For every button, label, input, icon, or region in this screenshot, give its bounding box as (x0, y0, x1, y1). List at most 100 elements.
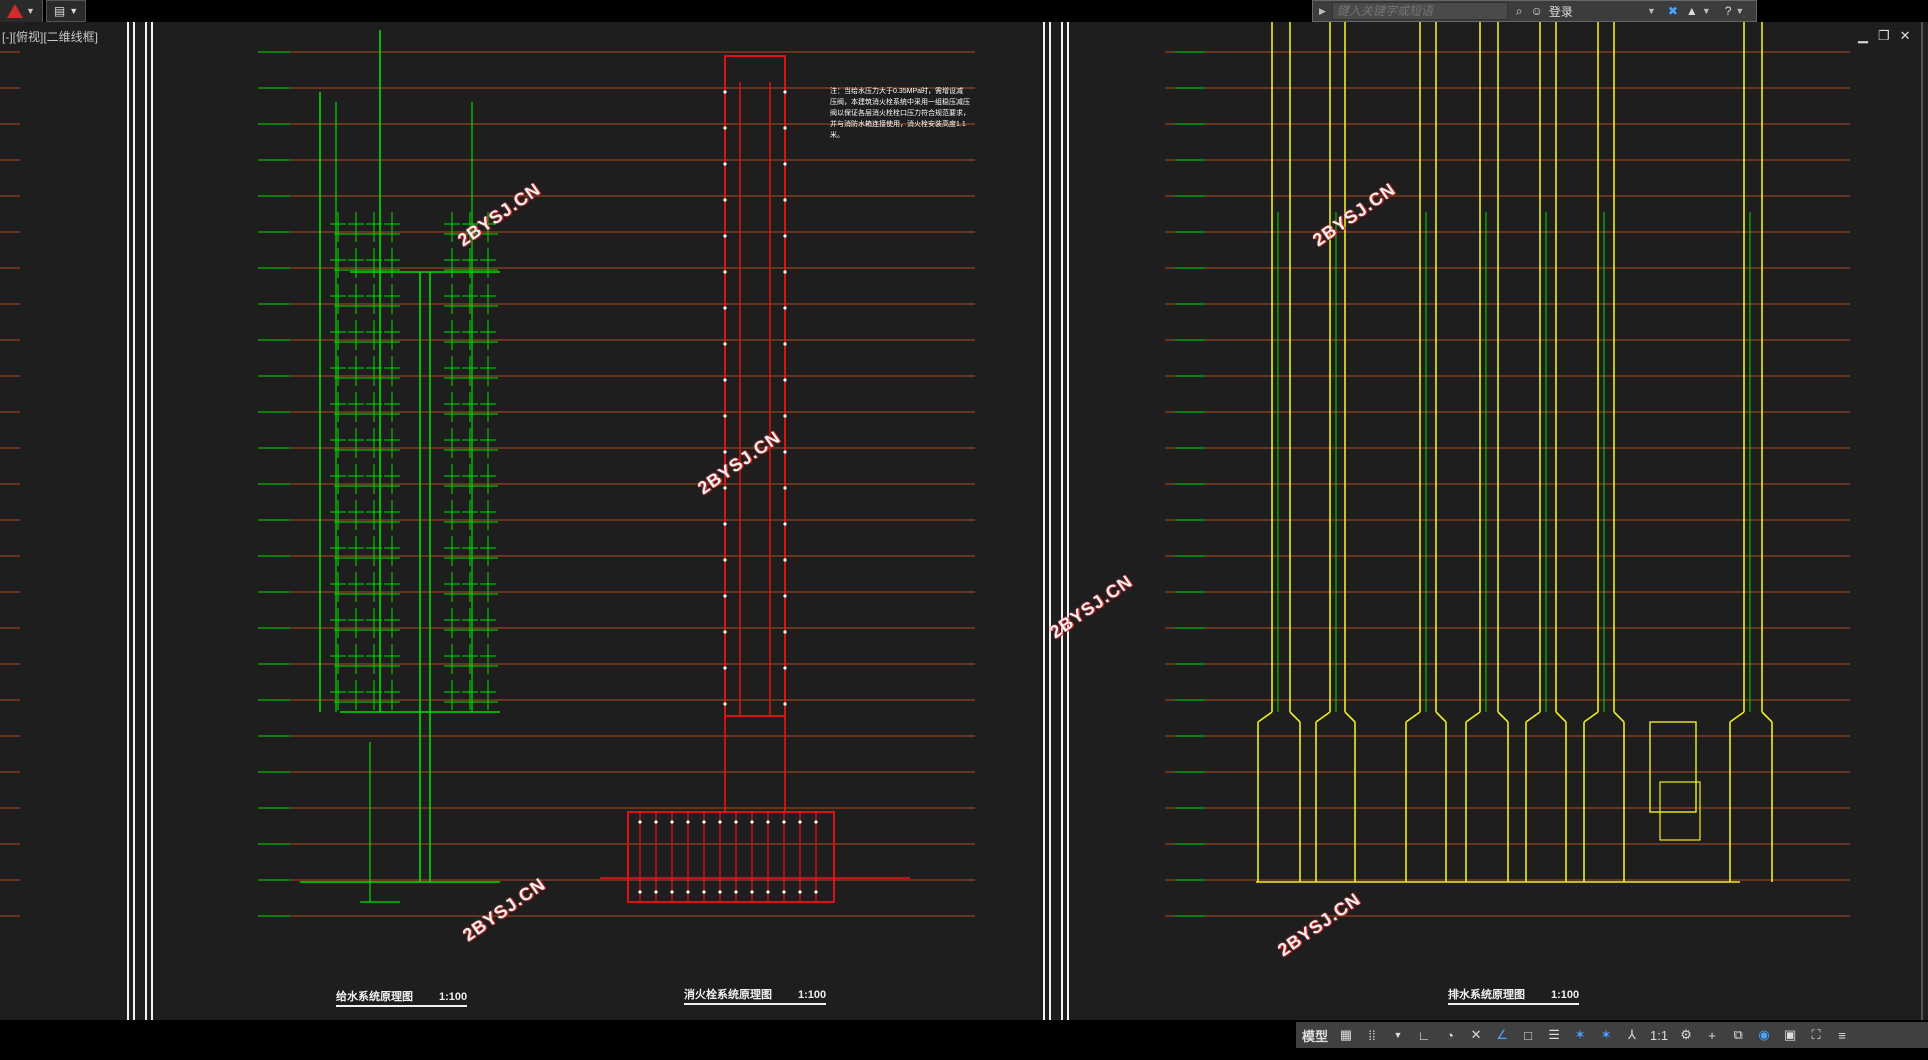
drainage-offset (1465, 711, 1481, 723)
drawing-canvas[interactable]: 注：当给水压力大于0.35MPa时，需增设减压阀，本建筑消火栓系统中采用一组稳压… (0, 22, 1928, 1020)
search-input[interactable] (1331, 2, 1508, 20)
fitting-mark (750, 890, 754, 894)
fire-hydrant-title: 消火栓系统原理图 1:100 (684, 986, 827, 1005)
fitting-mark (723, 630, 727, 634)
quick-access-toolbar-button[interactable]: ▤ ▼ (46, 0, 86, 22)
chevron-down-icon[interactable]: ▼ (1390, 1025, 1406, 1045)
fitting-mark (723, 558, 727, 562)
fitting-mark (723, 450, 727, 454)
plus-icon[interactable]: + (1704, 1025, 1720, 1045)
fitting-mark (723, 666, 727, 670)
fitting-mark (723, 702, 727, 706)
annotation-icon[interactable]: ✶ (1572, 1025, 1588, 1045)
fitting-mark (723, 234, 727, 238)
chevron-down-icon: ▼ (26, 6, 35, 16)
fitting-mark (723, 306, 727, 310)
autocad-logo-icon (7, 4, 24, 18)
fitting-mark (783, 126, 787, 130)
login-button[interactable]: 登录 (1549, 3, 1573, 20)
app-store-icon[interactable]: ▲ (1686, 4, 1698, 18)
drainage-offset (1315, 711, 1331, 723)
user-icon[interactable]: ☺ (1531, 4, 1543, 18)
fitting-mark (783, 234, 787, 238)
chevron-down-icon[interactable]: ▼ (1735, 6, 1744, 16)
drainage-offset (1525, 711, 1541, 723)
selection-icon[interactable]: □ (1520, 1025, 1536, 1045)
isolate-icon[interactable]: ⧉ (1730, 1025, 1746, 1045)
fitting-mark (638, 820, 642, 824)
lineweight-icon[interactable]: ☰ (1546, 1025, 1562, 1045)
fitting-mark (782, 890, 786, 894)
fitting-mark (783, 558, 787, 562)
polar-icon[interactable]: ◔ (1442, 1025, 1458, 1045)
drainage-offset (1497, 711, 1509, 723)
fitting-mark (723, 378, 727, 382)
title-bar: ▼ ▤ ▼ ▶ ⌕ ☺ 登录 ▼ ✖ ▲ ▼ ? ▼ (0, 0, 1928, 22)
cad-drawing[interactable] (0, 22, 1928, 1020)
drainage-offset (1729, 711, 1745, 723)
fitting-mark (783, 414, 787, 418)
drainage-offset (1761, 711, 1773, 723)
model-space-button[interactable]: 模型 (1302, 1025, 1328, 1045)
osnap-icon[interactable]: ✕ (1468, 1025, 1484, 1045)
annotation-scale-value[interactable]: 1:1 (1650, 1025, 1668, 1045)
fitting-mark (723, 198, 727, 202)
fitting-mark (783, 90, 787, 94)
fitting-mark (654, 820, 658, 824)
drainage-offset (1257, 711, 1273, 723)
fitting-mark (798, 820, 802, 824)
chevron-down-icon[interactable]: ▼ (1647, 6, 1656, 16)
fitting-mark (723, 414, 727, 418)
binoculars-icon[interactable]: ⌕ (1516, 4, 1523, 19)
fullscreen-icon[interactable]: ⛶ (1808, 1025, 1824, 1045)
drainage-trap (1659, 781, 1701, 841)
fitting-mark (783, 342, 787, 346)
fitting-mark (783, 630, 787, 634)
fitting-mark (782, 820, 786, 824)
hardware-acceleration-icon[interactable]: ◉ (1756, 1025, 1772, 1045)
fitting-mark (783, 270, 787, 274)
drainage-title: 排水系统原理图 1:100 (1448, 986, 1580, 1005)
drainage-offset (1344, 711, 1356, 723)
water-supply-title: 给水系统原理图 1:100 (336, 988, 468, 1007)
drainage-title-text: 排水系统原理图 (1448, 989, 1525, 1001)
fitting-mark (702, 820, 706, 824)
drainage-offset (1405, 711, 1421, 723)
isolate-objects-icon[interactable]: ▣ (1782, 1025, 1798, 1045)
fitting-mark (783, 306, 787, 310)
document-icon: ▤ (53, 4, 66, 18)
menu-icon[interactable]: ≡ (1834, 1025, 1850, 1045)
fitting-mark (766, 820, 770, 824)
scale-label: 1:100 (1551, 989, 1580, 1001)
fitting-mark (798, 890, 802, 894)
ortho-icon[interactable]: ∟ (1416, 1025, 1432, 1045)
fitting-mark (814, 890, 818, 894)
annotation-visibility-icon[interactable]: ✶ (1598, 1025, 1614, 1045)
fitting-mark (718, 890, 722, 894)
fitting-mark (783, 522, 787, 526)
fitting-mark (783, 666, 787, 670)
fitting-mark (718, 820, 722, 824)
chevron-down-icon: ▼ (69, 6, 79, 16)
help-icon[interactable]: ? (1725, 4, 1732, 18)
snap-icon[interactable]: ⁞⁞ (1364, 1025, 1380, 1045)
fitting-mark (702, 890, 706, 894)
status-toolbar: 模型 ▦ ⁞⁞ ▼ ∟ ◔ ✕ ∠ □ ☰ ✶ ✶ ⅄ 1:1 ⚙ + ⧉ ◉ … (1296, 1022, 1928, 1048)
fire-hydrant-title-text: 消火栓系统原理图 (684, 989, 772, 1001)
fitting-mark (686, 820, 690, 824)
fitting-mark (734, 890, 738, 894)
fitting-mark (766, 890, 770, 894)
dynamic-input-icon[interactable]: ∠ (1494, 1025, 1510, 1045)
grid-icon[interactable]: ▦ (1338, 1025, 1354, 1045)
fitting-mark (638, 890, 642, 894)
search-arrow-icon[interactable]: ▶ (1319, 6, 1326, 17)
chevron-down-icon[interactable]: ▼ (1702, 6, 1711, 16)
application-menu-button[interactable]: ▼ (0, 0, 43, 22)
scale-label: 1:100 (798, 989, 827, 1001)
fitting-mark (723, 90, 727, 94)
fitting-mark (723, 594, 727, 598)
annotation-scale-icon[interactable]: ⅄ (1624, 1025, 1640, 1045)
fitting-mark (723, 162, 727, 166)
workspace-icon[interactable]: ⚙ (1678, 1025, 1694, 1045)
exchange-icon[interactable]: ✖ (1668, 4, 1678, 18)
